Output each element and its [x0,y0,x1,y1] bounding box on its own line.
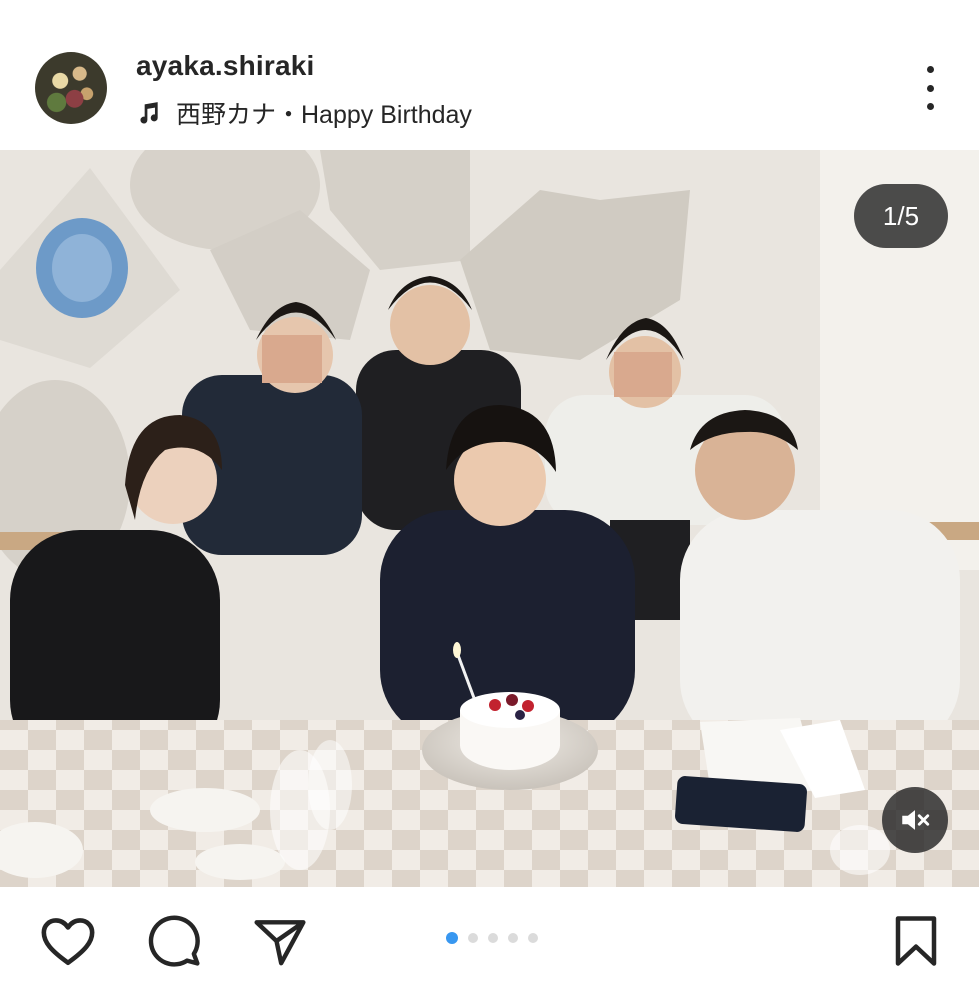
share-button[interactable] [250,912,310,970]
post-header: ayaka.shiraki 西野カナ・Happy Birthday [0,0,979,150]
carousel-counter: 1/5 [854,184,948,248]
comment-bubble-icon [148,915,200,967]
carousel-dot [488,933,498,943]
music-title: 西野カナ・Happy Birthday [176,101,472,129]
carousel-dot [528,933,538,943]
carousel-dot [468,933,478,943]
paper-plane-icon [254,920,306,966]
like-button[interactable] [38,912,98,970]
save-button[interactable] [886,912,946,970]
carousel-indicator [446,932,538,944]
more-vertical-icon [926,66,934,73]
mute-button[interactable] [882,787,948,853]
bookmark-outline-icon [895,916,937,966]
carousel-dot-active [446,932,458,944]
speaker-muted-icon [902,810,930,830]
avatar[interactable] [35,52,107,124]
music-note-icon [140,102,158,124]
party-photo-illustration [0,150,979,887]
music-attribution[interactable]: 西野カナ・Happy Birthday [136,96,472,130]
more-options-button[interactable] [912,66,948,110]
username[interactable]: ayaka.shiraki [136,50,315,82]
carousel-dot [508,933,518,943]
post-photo[interactable] [0,150,979,887]
heart-outline-icon [41,918,95,966]
comment-button[interactable] [144,912,204,970]
